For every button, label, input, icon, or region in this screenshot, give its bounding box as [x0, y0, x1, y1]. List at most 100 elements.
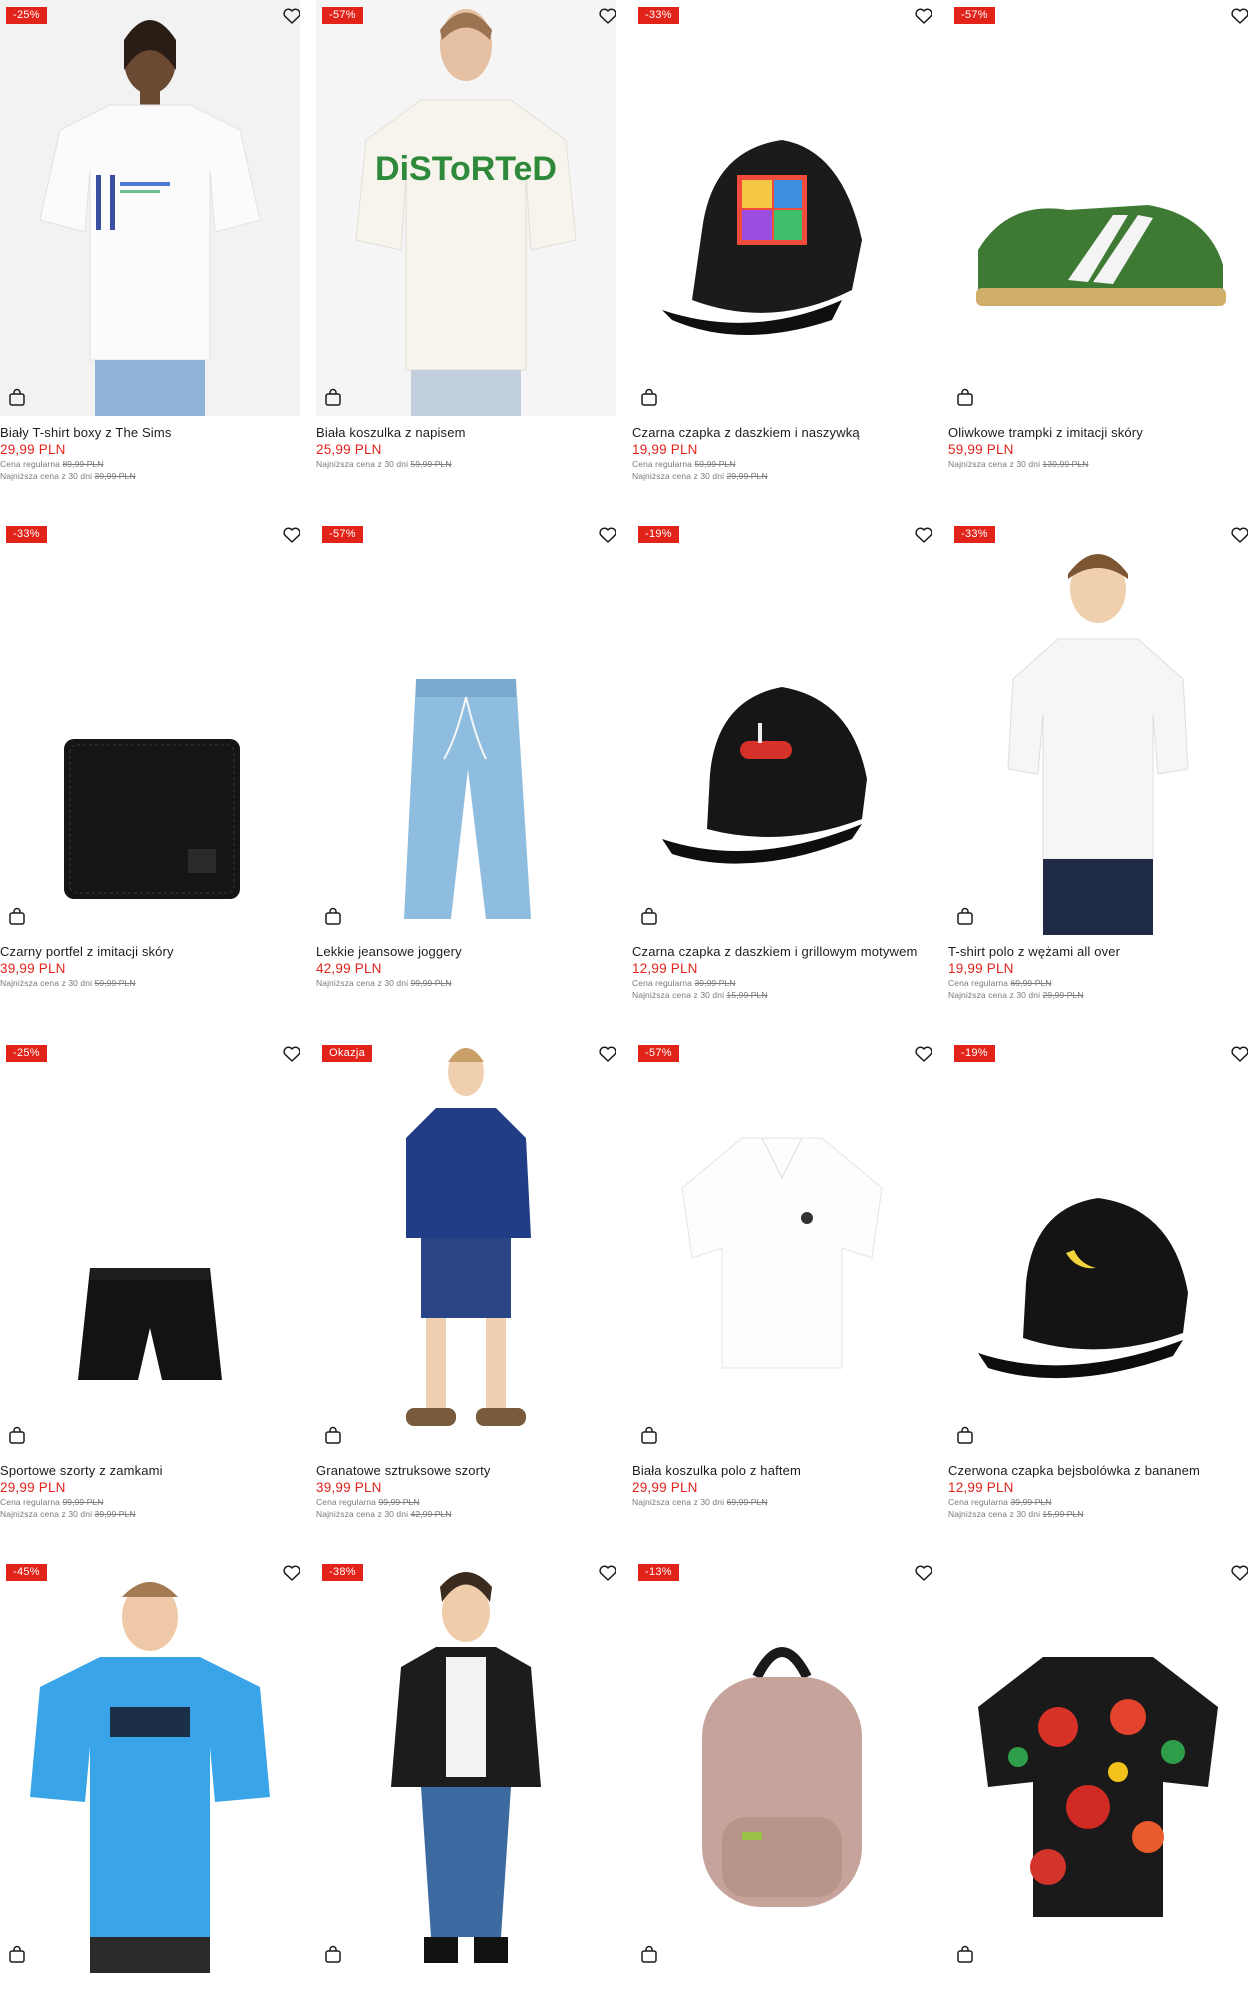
product-card[interactable]: -19% Czerwona czapka bejsbolówka z banan…: [948, 1038, 1248, 1520]
heart-outline-icon[interactable]: [914, 7, 932, 25]
product-card[interactable]: [948, 1557, 1248, 1982]
lowest-price-label: Najniższa cena z 30 dni: [316, 459, 409, 469]
product-photo: DiSToRTeD: [316, 0, 616, 416]
heart-outline-icon[interactable]: [282, 1045, 300, 1063]
product-image[interactable]: Okazja: [316, 1038, 616, 1454]
product-info: Oliwkowe trampki z imitacji skóry 59,99 …: [948, 416, 1248, 470]
shopping-bag-icon[interactable]: [640, 388, 658, 407]
product-name[interactable]: Oliwkowe trampki z imitacji skóry: [948, 425, 1248, 441]
discount-badge: -13%: [638, 1564, 679, 1581]
shopping-bag-icon[interactable]: [324, 388, 342, 407]
product-name[interactable]: Czarna czapka z daszkiem i grillowym mot…: [632, 944, 932, 960]
product-image[interactable]: [948, 1557, 1248, 1973]
product-name[interactable]: Czerwona czapka bejsbolówka z bananem: [948, 1463, 1248, 1479]
product-card[interactable]: -57% Oliwkowe trampki z imitacji skóry 5…: [948, 0, 1248, 470]
heart-outline-icon[interactable]: [282, 526, 300, 544]
product-price: 19,99 PLN: [632, 442, 698, 457]
shopping-bag-icon[interactable]: [8, 907, 26, 926]
shopping-bag-icon[interactable]: [324, 1426, 342, 1445]
shopping-bag-icon[interactable]: [956, 907, 974, 926]
product-name[interactable]: Biały T-shirt boxy z The Sims: [0, 425, 300, 441]
product-image[interactable]: DiSToRTeD -57%: [316, 0, 616, 416]
product-image[interactable]: -19%: [948, 1038, 1248, 1454]
heart-outline-icon[interactable]: [914, 1045, 932, 1063]
discount-badge: -57%: [638, 1045, 679, 1062]
product-image[interactable]: -33%: [632, 0, 932, 416]
discount-badge: -19%: [638, 526, 679, 543]
regular-price-value: 69,99 PLN: [1010, 978, 1052, 988]
heart-outline-icon[interactable]: [1230, 1045, 1248, 1063]
lowest-price-label: Najniższa cena z 30 dni: [948, 1509, 1041, 1519]
product-image[interactable]: -25%: [0, 1038, 300, 1454]
lowest-price-line: Najniższa cena z 30 dni 69,99 PLN: [632, 1496, 932, 1508]
product-image[interactable]: -57%: [316, 519, 616, 935]
product-image[interactable]: -33%: [0, 519, 300, 935]
lowest-price-line: Najniższa cena z 30 dni 99,99 PLN: [316, 977, 616, 989]
product-photo: [0, 1038, 300, 1454]
product-card[interactable]: -45%: [0, 1557, 300, 1982]
heart-outline-icon[interactable]: [914, 526, 932, 544]
product-info: Czarna czapka z daszkiem i grillowym mot…: [632, 935, 932, 1001]
product-image[interactable]: -38%: [316, 1557, 616, 1973]
shopping-bag-icon[interactable]: [956, 388, 974, 407]
product-image[interactable]: -33%: [948, 519, 1248, 935]
product-card[interactable]: Okazja Granatowe sztruksowe szorty 39,99…: [316, 1038, 616, 1520]
product-card[interactable]: -25% Biały T-shirt boxy z The Sims 29,99…: [0, 0, 300, 482]
lowest-price-line: Najniższa cena z 30 dni 39,99 PLN: [0, 1508, 300, 1520]
product-price: 39,99 PLN: [316, 1480, 382, 1495]
heart-outline-icon[interactable]: [598, 1564, 616, 1582]
product-card[interactable]: -33% Czarny portfel z imitacji skóry 39,…: [0, 519, 300, 989]
product-card[interactable]: -13%: [632, 1557, 932, 1982]
heart-outline-icon[interactable]: [598, 1045, 616, 1063]
product-card[interactable]: -33% Czarna czapka z daszkiem i naszywką…: [632, 0, 932, 482]
heart-outline-icon[interactable]: [282, 7, 300, 25]
shopping-bag-icon[interactable]: [640, 1426, 658, 1445]
heart-outline-icon[interactable]: [598, 526, 616, 544]
product-name[interactable]: Czarny portfel z imitacji skóry: [0, 944, 300, 960]
product-price: 59,99 PLN: [948, 442, 1014, 457]
regular-price-label: Cena regularna: [948, 978, 1008, 988]
heart-outline-icon[interactable]: [1230, 526, 1248, 544]
shopping-bag-icon[interactable]: [8, 388, 26, 407]
product-image[interactable]: -45%: [0, 1557, 300, 1973]
heart-outline-icon[interactable]: [1230, 1564, 1248, 1582]
product-card[interactable]: -57% Biała koszulka polo z haftem 29,99 …: [632, 1038, 932, 1508]
shopping-bag-icon[interactable]: [640, 907, 658, 926]
shopping-bag-icon[interactable]: [8, 1426, 26, 1445]
lowest-price-line: Najniższa cena z 30 dni 15,99 PLN: [632, 989, 932, 1001]
shopping-bag-icon[interactable]: [324, 907, 342, 926]
shopping-bag-icon[interactable]: [640, 1945, 658, 1964]
shopping-bag-icon[interactable]: [956, 1426, 974, 1445]
shopping-bag-icon[interactable]: [8, 1945, 26, 1964]
lowest-price-line: Najniższa cena z 30 dni 59,99 PLN: [316, 458, 616, 470]
product-name[interactable]: Biała koszulka polo z haftem: [632, 1463, 932, 1479]
product-name[interactable]: T-shirt polo z wężami all over: [948, 944, 1248, 960]
product-photo: [0, 519, 300, 935]
product-card[interactable]: DiSToRTeD -57% Biała koszulka z napisem …: [316, 0, 616, 470]
product-image[interactable]: -25%: [0, 0, 300, 416]
product-image[interactable]: -57%: [948, 0, 1248, 416]
heart-outline-icon[interactable]: [1230, 7, 1248, 25]
discount-badge: -45%: [6, 1564, 47, 1581]
product-card[interactable]: -38%: [316, 1557, 616, 1982]
product-image[interactable]: -13%: [632, 1557, 932, 1973]
regular-price-line: Cena regularna 39,99 PLN: [948, 1496, 1248, 1508]
heart-outline-icon[interactable]: [598, 7, 616, 25]
product-image[interactable]: -19%: [632, 519, 932, 935]
product-card[interactable]: -57% Lekkie jeansowe joggery 42,99 PLN N…: [316, 519, 616, 989]
shopping-bag-icon[interactable]: [956, 1945, 974, 1964]
heart-outline-icon[interactable]: [914, 1564, 932, 1582]
product-name[interactable]: Biała koszulka z napisem: [316, 425, 616, 441]
product-name[interactable]: Lekkie jeansowe joggery: [316, 944, 616, 960]
shopping-bag-icon[interactable]: [324, 1945, 342, 1964]
product-card[interactable]: -25% Sportowe szorty z zamkami 29,99 PLN…: [0, 1038, 300, 1520]
regular-price-value: 89,99 PLN: [62, 459, 104, 469]
product-name[interactable]: Sportowe szorty z zamkami: [0, 1463, 300, 1479]
discount-badge: -57%: [954, 7, 995, 24]
product-card[interactable]: -19% Czarna czapka z daszkiem i grillowy…: [632, 519, 932, 1001]
product-name[interactable]: Czarna czapka z daszkiem i naszywką: [632, 425, 932, 441]
product-image[interactable]: -57%: [632, 1038, 932, 1454]
product-name[interactable]: Granatowe sztruksowe szorty: [316, 1463, 616, 1479]
product-card[interactable]: -33% T-shirt polo z wężami all over 19,9…: [948, 519, 1248, 1001]
heart-outline-icon[interactable]: [282, 1564, 300, 1582]
